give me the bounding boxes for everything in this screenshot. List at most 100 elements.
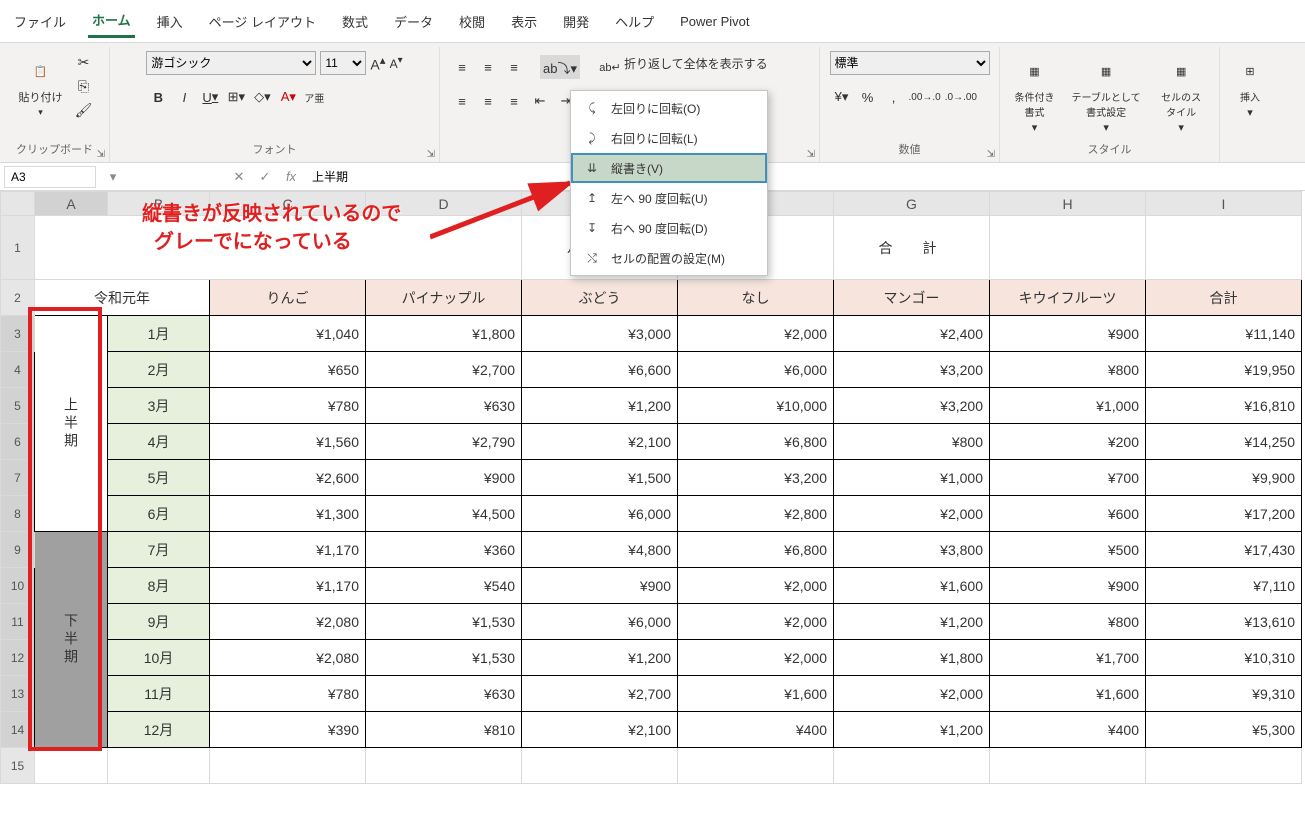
tab-view[interactable]: 表示 — [507, 6, 541, 37]
data-cell[interactable]: ¥6,800 — [678, 424, 834, 460]
data-cell[interactable]: ¥900 — [990, 316, 1146, 352]
month-cell[interactable]: 4月 — [108, 424, 210, 460]
data-cell[interactable]: ¥900 — [366, 460, 522, 496]
number-dialog-launcher[interactable]: ⇲ — [987, 149, 995, 160]
data-cell[interactable]: ¥400 — [990, 712, 1146, 748]
month-cell[interactable]: 10月 — [108, 640, 210, 676]
tab-file[interactable]: ファイル — [10, 6, 70, 37]
data-cell[interactable]: ¥1,000 — [990, 388, 1146, 424]
era-header[interactable]: 令和元年 — [35, 280, 210, 316]
data-cell[interactable]: ¥600 — [990, 496, 1146, 532]
enter-formula-icon[interactable]: ✓ — [252, 164, 278, 190]
rowhead-15[interactable]: 15 — [1, 748, 35, 784]
data-cell[interactable]: ¥6,000 — [678, 352, 834, 388]
month-cell[interactable]: 12月 — [108, 712, 210, 748]
data-cell[interactable]: ¥780 — [210, 388, 366, 424]
data-cell[interactable]: ¥2,000 — [678, 568, 834, 604]
data-cell[interactable]: ¥800 — [990, 352, 1146, 388]
data-cell[interactable]: ¥9,310 — [1146, 676, 1302, 712]
fx-icon[interactable]: fx — [278, 164, 304, 190]
copy-icon[interactable]: ⎘ — [73, 75, 95, 97]
colhead-I[interactable]: I — [1146, 192, 1302, 216]
rowhead-3[interactable]: 3 — [1, 316, 35, 352]
colhead-G[interactable]: G — [834, 192, 990, 216]
data-cell[interactable]: ¥1,530 — [366, 640, 522, 676]
month-cell[interactable]: 5月 — [108, 460, 210, 496]
data-cell[interactable]: ¥1,600 — [678, 676, 834, 712]
data-cell[interactable]: ¥650 — [210, 352, 366, 388]
data-cell[interactable]: ¥7,110 — [1146, 568, 1302, 604]
font-dialog-launcher[interactable]: ⇲ — [427, 149, 435, 160]
data-cell[interactable]: ¥900 — [522, 568, 678, 604]
data-cell[interactable]: ¥1,200 — [522, 388, 678, 424]
month-cell[interactable]: 6月 — [108, 496, 210, 532]
tab-page-layout[interactable]: ページ レイアウト — [205, 6, 320, 37]
data-cell[interactable]: ¥9,900 — [1146, 460, 1302, 496]
align-center-icon[interactable]: ≡ — [476, 89, 500, 113]
data-cell[interactable]: ¥810 — [366, 712, 522, 748]
data-cell[interactable]: ¥1,560 — [210, 424, 366, 460]
data-cell[interactable]: ¥1,500 — [522, 460, 678, 496]
decrease-font-icon[interactable]: A▾ — [390, 55, 403, 71]
data-cell[interactable]: ¥1,200 — [834, 712, 990, 748]
month-cell[interactable]: 11月 — [108, 676, 210, 712]
col-header[interactable]: ぶどう — [522, 280, 678, 316]
font-size-select[interactable]: 11 — [320, 51, 366, 75]
data-cell[interactable]: ¥3,200 — [834, 352, 990, 388]
paste-button[interactable]: 📋 貼り付け ▾ — [15, 51, 67, 122]
data-cell[interactable]: ¥500 — [990, 532, 1146, 568]
data-cell[interactable]: ¥1,200 — [522, 640, 678, 676]
col-header[interactable]: キウイフルーツ — [990, 280, 1146, 316]
rowhead-9[interactable]: 9 — [1, 532, 35, 568]
data-cell[interactable]: ¥4,800 — [522, 532, 678, 568]
data-cell[interactable]: ¥6,800 — [678, 532, 834, 568]
colhead-A[interactable]: A — [35, 192, 108, 216]
clipboard-dialog-launcher[interactable]: ⇲ — [97, 149, 105, 160]
tab-data[interactable]: データ — [390, 6, 437, 37]
data-cell[interactable]: ¥900 — [990, 568, 1146, 604]
data-cell[interactable]: ¥2,700 — [522, 676, 678, 712]
rotate-down-item[interactable]: ↧右へ 90 度回転(D) — [571, 213, 767, 243]
format-as-table-button[interactable]: ▦ テーブルとして書式設定▾ — [1065, 51, 1147, 138]
data-cell[interactable]: ¥1,800 — [366, 316, 522, 352]
fill-color-button[interactable]: ◇▾ — [250, 85, 274, 109]
data-cell[interactable]: ¥630 — [366, 388, 522, 424]
data-cell[interactable]: ¥13,610 — [1146, 604, 1302, 640]
data-cell[interactable]: ¥14,250 — [1146, 424, 1302, 460]
title-partial-3[interactable]: 合 計 — [834, 216, 990, 280]
data-cell[interactable]: ¥2,790 — [366, 424, 522, 460]
number-format-select[interactable]: 標準 — [830, 51, 990, 75]
italic-button[interactable]: I — [172, 85, 196, 109]
percent-icon[interactable]: % — [856, 85, 880, 109]
rowhead-14[interactable]: 14 — [1, 712, 35, 748]
data-cell[interactable]: ¥17,200 — [1146, 496, 1302, 532]
format-painter-icon[interactable]: 🖌 — [73, 99, 95, 121]
data-cell[interactable]: ¥1,170 — [210, 568, 366, 604]
formula-input[interactable] — [304, 166, 1305, 188]
data-cell[interactable]: ¥1,600 — [990, 676, 1146, 712]
cut-icon[interactable]: ✂ — [73, 51, 95, 73]
data-cell[interactable]: ¥3,200 — [834, 388, 990, 424]
rowhead-7[interactable]: 7 — [1, 460, 35, 496]
data-cell[interactable]: ¥2,000 — [678, 604, 834, 640]
rotate-up-item[interactable]: ↥左へ 90 度回転(U) — [571, 183, 767, 213]
rowhead-10[interactable]: 10 — [1, 568, 35, 604]
data-cell[interactable]: ¥2,000 — [678, 316, 834, 352]
data-cell[interactable]: ¥2,000 — [678, 640, 834, 676]
data-cell[interactable]: ¥2,800 — [678, 496, 834, 532]
rowhead-5[interactable]: 5 — [1, 388, 35, 424]
data-cell[interactable]: ¥3,800 — [834, 532, 990, 568]
tab-insert[interactable]: 挿入 — [153, 6, 187, 37]
data-cell[interactable]: ¥3,000 — [522, 316, 678, 352]
month-cell[interactable]: 3月 — [108, 388, 210, 424]
wrap-text-icon[interactable]: ab↵ — [598, 55, 622, 79]
increase-font-icon[interactable]: A▴ — [370, 53, 385, 73]
month-cell[interactable]: 2月 — [108, 352, 210, 388]
period-upper[interactable]: 上半期 — [35, 316, 108, 532]
data-cell[interactable]: ¥16,810 — [1146, 388, 1302, 424]
tab-home[interactable]: ホーム — [88, 4, 135, 38]
data-cell[interactable]: ¥19,950 — [1146, 352, 1302, 388]
align-bottom-icon[interactable]: ≡ — [502, 55, 526, 79]
period-lower[interactable]: 下半期 — [35, 532, 108, 748]
tab-review[interactable]: 校閲 — [455, 6, 489, 37]
